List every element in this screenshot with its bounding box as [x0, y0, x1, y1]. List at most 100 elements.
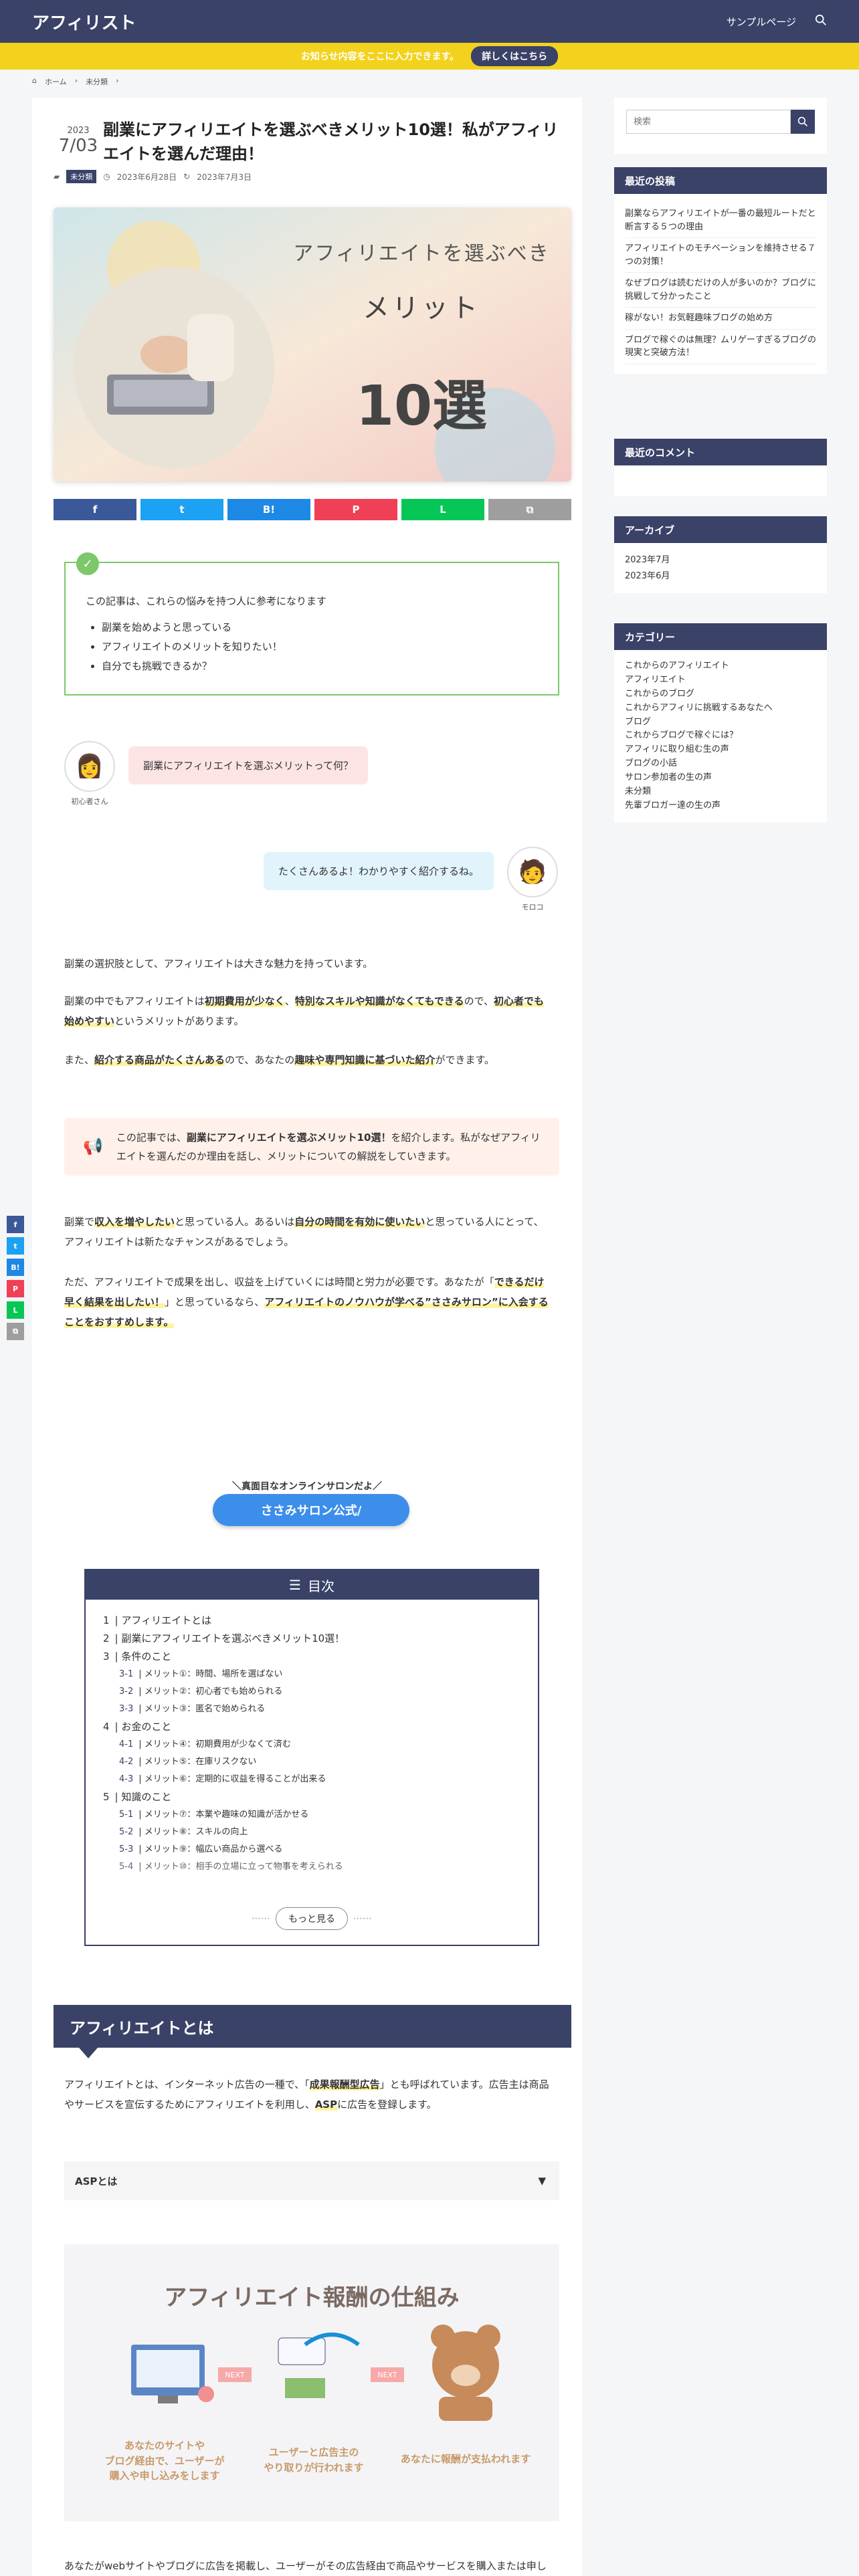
highlight: 自分の時間を有効に使いたい	[294, 1216, 425, 1228]
point-list: 副業を始めようと思っているアフィリエイトのメリットを知りたい！ 自分でも挑戦できる…	[86, 620, 538, 673]
text: 」と思っているなら、	[165, 1296, 265, 1308]
toc-label: メリット⑧：スキルの向上	[144, 1827, 248, 1837]
category-link[interactable]: アフィリに取り組む生の声	[625, 743, 816, 757]
toc-subitem[interactable]: 5-2 | メリット⑧：スキルの向上	[103, 1824, 520, 1841]
section-heading: アフィリエイトとは	[54, 2005, 571, 2048]
sidebar-search	[626, 110, 815, 134]
text: ただ、アフィリエイトで成果を出し、収益を上げていくには時間と労力が必要です。あな…	[64, 1276, 494, 1288]
caret-down-icon: ▼	[538, 2175, 546, 2187]
category-link[interactable]: 未分類	[625, 785, 816, 799]
toc-subitem[interactable]: 4-3 | メリット⑥：定期的に収益を得ることが出来る	[103, 1771, 520, 1788]
point-box: ✓ この記事は、これらの悩みを持つ人に参考になります 副業を始めようと思っている…	[64, 552, 559, 695]
category-tag[interactable]: 未分類	[66, 170, 97, 183]
toc-title: 目次	[307, 1578, 335, 1594]
float-share-button[interactable]: L	[7, 1301, 24, 1319]
info-detail-button[interactable]: 詳しくはこちら	[471, 46, 559, 66]
toc-item[interactable]: 3 | 条件のこと	[103, 1648, 520, 1666]
share-button[interactable]: ⧉	[488, 499, 571, 520]
float-share-button[interactable]: f	[7, 1216, 24, 1233]
eyecatch-line3: 10選	[355, 374, 488, 438]
highlight: ASP	[314, 2099, 338, 2111]
asp-accordion[interactable]: ASPとは ▼	[64, 2161, 559, 2200]
category-link[interactable]: 先輩ブロガー達の生の声	[625, 799, 816, 813]
category-link[interactable]: アフィリエイト	[625, 673, 816, 687]
highlight: 収入を増やしたい	[94, 1216, 175, 1228]
toc-item[interactable]: 1 | アフィリエイトとは	[103, 1612, 520, 1630]
search-button[interactable]	[791, 110, 815, 134]
article-card: 2023 7/03 副業にアフィリエイトを選ぶべきメリット10選！私がアフィリエ…	[32, 98, 582, 2576]
archive-link[interactable]: 2023年7月	[625, 552, 816, 568]
recent-post-link[interactable]: 副業ならアフィリエイトが一番の最短ルートだと断言する５つの理由	[625, 203, 816, 238]
recent-post-link[interactable]: 稼がない！お気軽趣味ブログの始め方	[625, 308, 816, 330]
breadcrumb-home[interactable]: ホーム	[45, 76, 67, 87]
toc-number: 5	[103, 1791, 110, 1803]
site-header: アフィリスト サンプルページ	[0, 0, 859, 43]
toc-subitem[interactable]: 5-1 | メリット⑦：本業や趣味の知識が活かせる	[103, 1806, 520, 1824]
toc-label: メリット⑥：定期的に収益を得ることが出来る	[144, 1774, 326, 1784]
toc-number: 3	[103, 1650, 110, 1662]
toc-subitem[interactable]: 3-2 | メリット②：初心者でも始められる	[103, 1683, 520, 1701]
category-link[interactable]: これからのブログ	[625, 687, 816, 702]
list-item: 自分でも挑戦できるか？	[102, 659, 538, 673]
float-share-button[interactable]: B!	[7, 1259, 24, 1276]
info-bar: お知らせ内容をここに入力できます。 詳しくはこちら	[0, 43, 859, 70]
highlight: 趣味や専門知識に基づいた紹介	[294, 1054, 436, 1066]
info-text: お知らせ内容をここに入力できます。	[300, 51, 460, 62]
toc-item[interactable]: 4 | お金のこと	[103, 1718, 520, 1736]
paragraph: 副業で収入を増やしたいと思っている人。あるいは自分の時間を有効に使いたいと思って…	[64, 1212, 553, 1252]
heading-tail	[79, 2048, 98, 2058]
site-logo[interactable]: アフィリスト	[32, 9, 136, 34]
category-link[interactable]: これからアフィリに挑戦するあなたへ	[625, 702, 816, 716]
toc-number: 4-2	[119, 1757, 134, 1767]
recent-post-link[interactable]: ブログで稼ぐのは無理？ムリゲーすぎるブログの現実と突破方法！	[625, 330, 816, 364]
toc-header: ☰ 目次	[86, 1570, 538, 1600]
check-icon: ✓	[76, 552, 99, 575]
nav-sample-page[interactable]: サンプルページ	[727, 15, 796, 29]
float-share-button[interactable]: t	[7, 1237, 24, 1255]
recent-post-link[interactable]: アフィリエイトのモチベーションを維持させる７つの対策！	[625, 238, 816, 273]
post-meta: ▰ 未分類 ◷ 2023年6月28日 ↻ 2023年7月3日	[54, 170, 252, 183]
breadcrumb: ⌂ ホーム › 未分類 ›	[32, 76, 118, 87]
speech-bubble: 副業にアフィリエイトを選ぶメリットって何？	[128, 746, 368, 784]
share-button[interactable]: P	[314, 499, 397, 520]
chevron-right-icon: ›	[74, 76, 78, 85]
search-input[interactable]	[626, 110, 791, 134]
next-arrow: NEXT	[371, 2367, 404, 2382]
archive-link[interactable]: 2023年6月	[625, 568, 816, 584]
eyecatch-line1: アフィリエイトを選ぶべき	[293, 242, 550, 265]
toc-subitem[interactable]: 4-1 | メリット④：初期費用が少なくて済む	[103, 1736, 520, 1753]
category-link[interactable]: これからブログで稼ぐには？	[625, 729, 816, 743]
recent-post-link[interactable]: なぜブログは読むだけの人が多いのか？ブログに挑戦して分かったこと	[625, 273, 816, 308]
salon-cta-button[interactable]: ささみサロン公式/	[213, 1494, 409, 1526]
toc-number: 5-1	[119, 1810, 134, 1820]
category-link[interactable]: ブログ	[625, 716, 816, 730]
text: また、	[64, 1054, 95, 1066]
toc-subitem[interactable]: 3-1 | メリット①：時間、場所を選ばない	[103, 1666, 520, 1683]
search-icon[interactable]	[815, 14, 827, 29]
float-share-button[interactable]: P	[7, 1280, 24, 1297]
toc-item[interactable]: 5 | 知識のこと	[103, 1788, 520, 1806]
highlight: 初期費用が少なく	[204, 995, 285, 1007]
toc-label: 副業にアフィリエイトを選ぶべきメリット10選！	[121, 1632, 345, 1644]
share-button[interactable]: L	[401, 499, 484, 520]
category-link[interactable]: サロン参加者の生の声	[625, 771, 816, 785]
toc-more-button[interactable]: もっと見る	[276, 1907, 348, 1930]
breadcrumb-category[interactable]: 未分類	[86, 76, 108, 87]
text: 副業で	[64, 1216, 95, 1228]
toc-item[interactable]: 2 | 副業にアフィリエイトを選ぶべきメリット10選！	[103, 1630, 520, 1648]
toc-number: 1	[103, 1614, 110, 1626]
share-button[interactable]: B!	[227, 499, 310, 520]
avatar-name: モロコ	[521, 903, 544, 911]
folder-icon: ▰	[54, 172, 60, 181]
toc-subitem[interactable]: 4-2 | メリット⑤：在庫リスクない	[103, 1753, 520, 1771]
toc-number: 4-1	[119, 1739, 134, 1749]
megaphone-icon: 📢	[83, 1137, 103, 1156]
toc-label: メリット⑦：本業や趣味の知識が活かせる	[144, 1810, 309, 1820]
float-share-button[interactable]: ⧉	[7, 1323, 24, 1340]
share-button[interactable]: t	[140, 499, 223, 520]
text: ので、	[464, 995, 494, 1007]
toc-subitem[interactable]: 3-3 | メリット③：匿名で始められる	[103, 1701, 520, 1718]
share-button[interactable]: f	[54, 499, 136, 520]
category-link[interactable]: これからのアフィリエイト	[625, 659, 816, 673]
category-link[interactable]: ブログの小話	[625, 757, 816, 771]
